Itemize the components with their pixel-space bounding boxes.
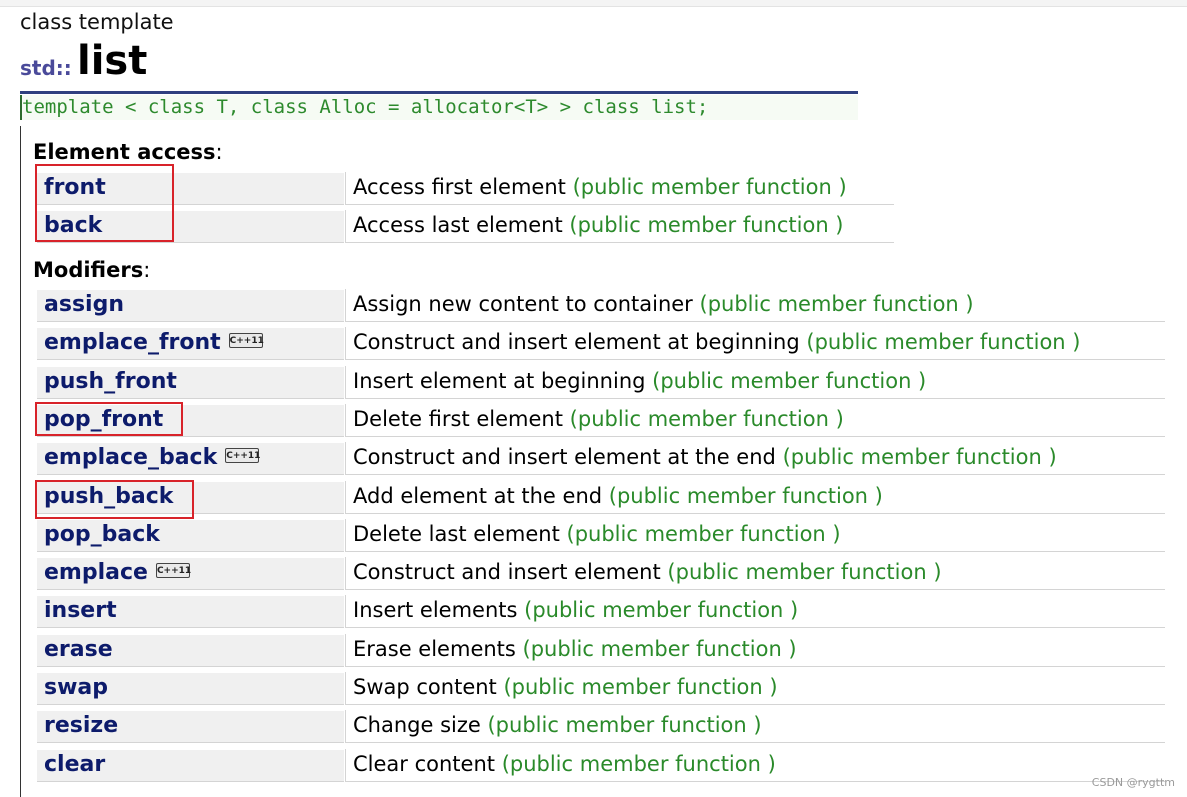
member-name-cell[interactable]: swap [37, 672, 344, 705]
member-desc: Insert elements [353, 598, 518, 622]
cpp11-badge-icon: C++11 [155, 562, 191, 578]
member-type: (public member function ) [569, 213, 844, 237]
section-element-access: Element access: [33, 140, 223, 164]
member-type: (public member function ) [608, 484, 883, 508]
member-link-pop-back[interactable]: pop_back [44, 522, 160, 547]
member-type: (public member function ) [667, 560, 942, 584]
member-row-pop-front: pop_front Delete first element (public m… [37, 404, 1165, 439]
member-type: (public member function ) [806, 330, 1081, 354]
member-desc: Access first element [353, 175, 566, 199]
member-type: (public member function ) [524, 598, 799, 622]
member-type: (public member function ) [522, 637, 797, 661]
member-name-cell[interactable]: erase [37, 634, 344, 667]
member-desc: Construct and insert element at beginnin… [353, 330, 800, 354]
member-desc-cell: Swap content (public member function ) [345, 672, 1165, 705]
class-prototype: template < class T, class Alloc = alloca… [20, 95, 858, 120]
page-title: std:: list [20, 36, 858, 94]
member-desc-cell: Access first element (public member func… [345, 172, 894, 205]
member-type: (public member function ) [652, 369, 927, 393]
highlight-box-push-back [35, 480, 194, 519]
member-row-push-back: push_back Add element at the end (public… [37, 481, 1165, 516]
member-desc: Construct and insert element at the end [353, 445, 776, 469]
cpp11-badge-icon: C++11 [228, 332, 264, 348]
member-type: (public member function ) [572, 175, 847, 199]
section-title: Element access [33, 140, 216, 164]
member-name-cell[interactable]: emplace_back C++11 [37, 442, 344, 475]
member-desc-cell: Insert elements (public member function … [345, 595, 1165, 628]
member-name-cell[interactable]: emplace C++11 [37, 557, 344, 590]
member-name-cell[interactable]: push_front [37, 366, 344, 399]
member-link-emplace[interactable]: emplace C++11 [44, 560, 191, 585]
title-name: list [77, 38, 148, 84]
member-desc: Clear content [353, 752, 495, 776]
title-namespace: std:: [20, 56, 72, 80]
member-desc-cell: Change size (public member function ) [345, 710, 1165, 743]
section-modifiers: Modifiers: [33, 258, 151, 282]
member-row-emplace-front: emplace_front C++11 Construct and insert … [37, 327, 1165, 362]
member-desc: Construct and insert element [353, 560, 661, 584]
browser-top-strip [0, 0, 1187, 7]
member-row-swap: swap Swap content (public member functio… [37, 672, 1165, 707]
member-name-cell[interactable]: emplace_front C++11 [37, 327, 344, 360]
member-desc-cell: Add element at the end (public member fu… [345, 481, 1165, 514]
member-name-cell[interactable]: assign [37, 289, 344, 322]
member-link-resize[interactable]: resize [44, 713, 118, 738]
watermark: CSDN @rygttm [1091, 776, 1175, 789]
member-row-emplace-back: emplace_back C++11 Construct and insert e… [37, 442, 1165, 477]
member-desc-cell: Clear content (public member function ) [345, 749, 1165, 782]
member-link-push-front[interactable]: push_front [44, 369, 177, 394]
member-desc-cell: Access last element (public member funct… [345, 210, 894, 243]
member-desc: Assign new content to container [353, 292, 693, 316]
member-desc-cell: Insert element at beginning (public memb… [345, 366, 1165, 399]
member-row-assign: assign Assign new content to container (… [37, 289, 1165, 324]
member-desc-cell: Construct and insert element at the end … [345, 442, 1165, 475]
member-name-cell[interactable]: pop_back [37, 519, 344, 552]
member-row-erase: erase Erase elements (public member func… [37, 634, 1165, 669]
member-desc: Delete first element [353, 407, 563, 431]
member-row-emplace: emplace C++11 Construct and insert elemen… [37, 557, 1165, 592]
content-left-rule [20, 126, 21, 797]
member-name-cell[interactable]: insert [37, 595, 344, 628]
member-link-erase[interactable]: erase [44, 637, 113, 662]
cpp11-badge-icon: C++11 [225, 447, 260, 463]
section-title: Modifiers [33, 258, 144, 282]
member-link-insert[interactable]: insert [44, 598, 117, 623]
member-link-swap[interactable]: swap [44, 675, 108, 700]
member-row-pop-back: pop_back Delete last element (public mem… [37, 519, 1165, 554]
member-link-emplace-front[interactable]: emplace_front C++11 [44, 330, 264, 355]
member-type: (public member function ) [487, 713, 762, 737]
member-link-clear[interactable]: clear [44, 752, 105, 777]
member-link-emplace-back[interactable]: emplace_back C++11 [44, 445, 260, 470]
member-desc-cell: Erase elements (public member function ) [345, 634, 1165, 667]
member-type: (public member function ) [699, 292, 974, 316]
member-desc: Change size [353, 713, 481, 737]
member-type: (public member function ) [782, 445, 1057, 469]
member-desc: Add element at the end [353, 484, 603, 508]
member-desc-cell: Delete first element (public member func… [345, 404, 1165, 437]
member-type: (public member function ) [569, 407, 844, 431]
member-name-cell[interactable]: clear [37, 749, 344, 782]
member-desc: Access last element [353, 213, 563, 237]
page-kind-label: class template [20, 10, 174, 34]
member-desc: Insert element at beginning [353, 369, 646, 393]
member-type: (public member function ) [503, 675, 778, 699]
member-row-resize: resize Change size (public member functi… [37, 710, 1165, 745]
member-type: (public member function ) [501, 752, 776, 776]
member-desc-cell: Construct and insert element (public mem… [345, 557, 1165, 590]
member-desc: Delete last element [353, 522, 560, 546]
member-row-push-front: push_front Insert element at beginning (… [37, 366, 1165, 401]
member-desc-cell: Construct and insert element at beginnin… [345, 327, 1165, 360]
member-desc: Erase elements [353, 637, 516, 661]
member-desc: Swap content [353, 675, 497, 699]
member-row-clear: clear Clear content (public member funct… [37, 749, 1165, 784]
member-desc-cell: Assign new content to container (public … [345, 289, 1165, 322]
member-name-cell[interactable]: resize [37, 710, 344, 743]
highlight-box-pop-front [35, 402, 183, 436]
member-row-insert: insert Insert elements (public member fu… [37, 595, 1165, 630]
highlight-box-front-back [35, 164, 174, 242]
member-link-assign[interactable]: assign [44, 292, 124, 317]
member-type: (public member function ) [566, 522, 841, 546]
member-desc-cell: Delete last element (public member funct… [345, 519, 1165, 552]
